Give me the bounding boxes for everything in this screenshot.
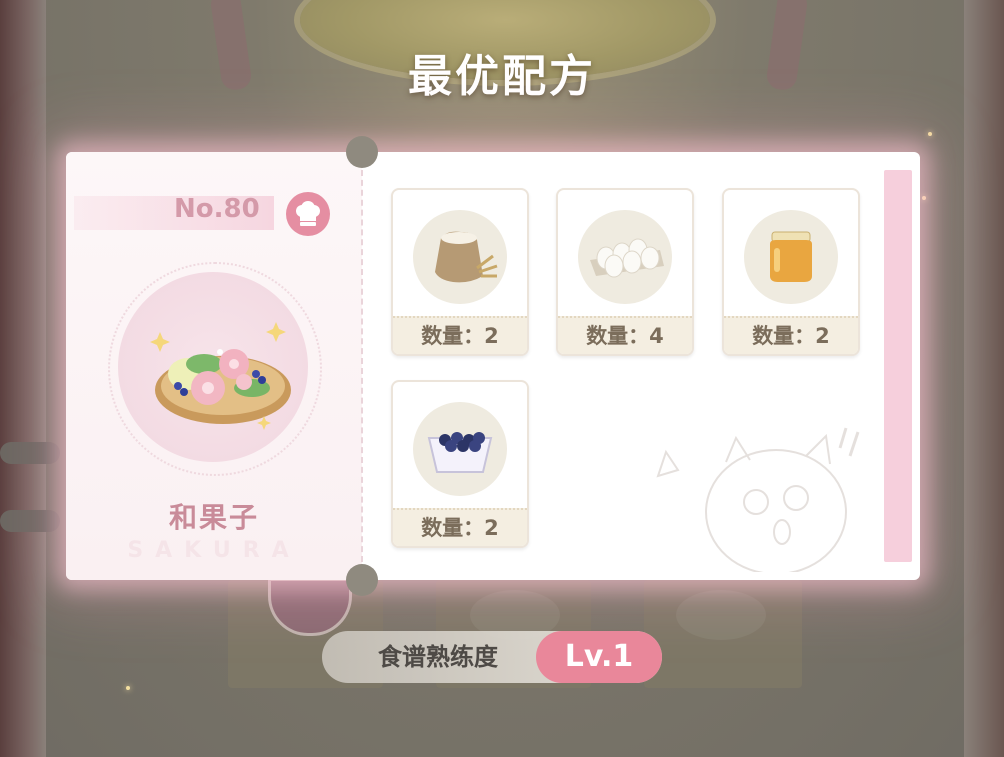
recipe-number: No.80 [174, 194, 260, 224]
card-divider [361, 170, 363, 562]
background-frame-right [964, 0, 1004, 757]
ingredient-slot-eggs[interactable]: 数量：4 [556, 188, 694, 356]
background-frame-left [0, 0, 46, 757]
recipe-proficiency-bar: 食谱熟练度 Lv.1 [322, 631, 662, 683]
background-dish-ghost [676, 590, 766, 640]
ingredient-quantity: 数量：2 [393, 316, 527, 354]
ingredient-slot-blueberries[interactable]: 数量：2 [391, 380, 529, 548]
flour-sack-icon [435, 231, 498, 283]
wagashi-dish-icon [150, 322, 291, 430]
proficiency-level-badge: Lv.1 [536, 631, 662, 683]
sparkle [126, 686, 130, 690]
recipe-name: 和果子 [168, 501, 259, 534]
ingredient-slot-honey[interactable]: 数量：2 [722, 188, 860, 356]
honey-jar-icon [770, 231, 812, 282]
sparkle [922, 196, 926, 200]
card-notch-bottom [346, 564, 378, 596]
ingredient-quantity: 数量：2 [393, 508, 527, 546]
ingredient-slot-flour[interactable]: 数量：2 [391, 188, 529, 356]
page-title: 最优配方 [408, 51, 596, 102]
ingredient-quantity: 数量：2 [724, 316, 858, 354]
recipe-card: No.80 和果子 SAKURA 数量：2 数量：4 数量：2 数量：2 [66, 136, 920, 596]
recipe-subtitle: SAKURA [127, 538, 301, 563]
blueberries-icon [427, 432, 493, 473]
cat-doodle-icon [656, 427, 860, 572]
background-knob [0, 510, 60, 532]
sparkle [928, 132, 932, 136]
recipe-info-panel: No.80 和果子 SAKURA [66, 152, 362, 580]
background-knob [0, 442, 60, 464]
chef-hat-icon [286, 192, 330, 236]
eggs-icon [590, 238, 664, 278]
card-notch-top [346, 136, 378, 168]
proficiency-label: 食谱熟练度 [378, 643, 498, 671]
card-side-stripe [884, 170, 912, 562]
ingredient-quantity: 数量：4 [558, 316, 692, 354]
